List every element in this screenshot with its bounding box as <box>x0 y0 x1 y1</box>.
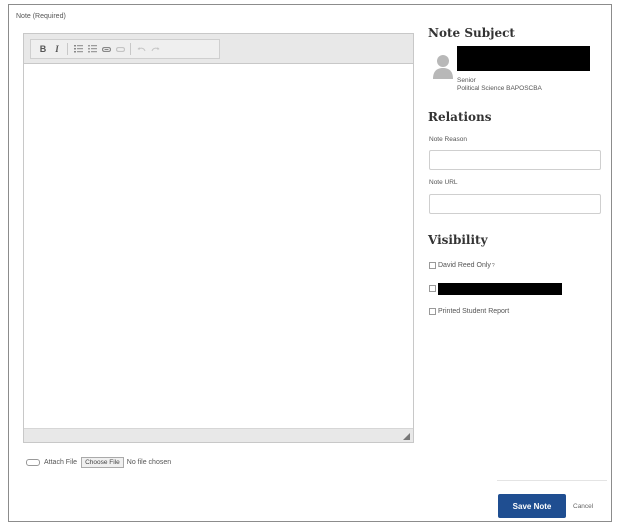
redacted-student-name <box>457 46 590 71</box>
file-status: No file chosen <box>126 459 172 466</box>
paperclip-icon <box>26 459 40 466</box>
note-url-input[interactable] <box>429 194 601 214</box>
redacted-option-checkbox[interactable] <box>429 285 436 292</box>
unlink-icon <box>115 46 125 52</box>
link-button[interactable] <box>99 42 113 56</box>
toolbar-divider <box>67 43 68 55</box>
bulleted-list-button[interactable] <box>85 42 99 56</box>
choose-file-button[interactable]: Choose File <box>81 457 124 468</box>
note-subject-heading: Note Subject <box>428 26 515 40</box>
actions-divider <box>497 480 607 481</box>
printed-report-label: Printed Student Report <box>438 308 510 315</box>
editor-status-bar <box>24 428 413 442</box>
note-reason-input[interactable] <box>429 150 601 170</box>
class-level: Senior <box>457 77 476 84</box>
undo-button[interactable] <box>134 42 148 56</box>
attach-file-label: Attach File <box>44 459 78 466</box>
toolbar-divider <box>130 43 131 55</box>
redo-button[interactable] <box>148 42 162 56</box>
toolbar-group: B I <box>30 39 220 59</box>
note-editor: B I <box>23 33 414 443</box>
note-url-label: Note URL <box>429 179 458 186</box>
bulleted-list-icon <box>87 45 97 53</box>
advisor-only-checkbox[interactable] <box>429 262 436 269</box>
numbered-list-icon <box>73 45 83 53</box>
undo-icon <box>137 47 145 52</box>
visibility-heading: Visibility <box>428 233 488 247</box>
note-label: Note (Required) <box>16 13 66 20</box>
note-text-area[interactable] <box>24 64 413 428</box>
italic-button[interactable]: I <box>50 42 64 56</box>
numbered-list-button[interactable] <box>71 42 85 56</box>
resize-handle-icon[interactable] <box>403 433 410 440</box>
attach-file-row: Attach File Choose File No file chosen <box>26 457 171 468</box>
note-reason-label: Note Reason <box>429 136 467 143</box>
visibility-option-advisor-only: David Reed Only ? <box>429 262 495 269</box>
advisor-only-label: David Reed Only <box>438 262 491 269</box>
redo-icon <box>151 47 159 52</box>
bold-button[interactable]: B <box>36 42 50 56</box>
relations-heading: Relations <box>428 110 492 124</box>
redacted-visibility-label <box>438 283 562 295</box>
student-major: Political Science BAPOSCBA <box>457 85 542 92</box>
save-note-button[interactable]: Save Note <box>498 494 566 518</box>
avatar-icon <box>433 55 453 79</box>
cancel-link[interactable]: Cancel <box>573 503 593 510</box>
visibility-option-redacted <box>429 285 438 292</box>
printed-report-checkbox[interactable] <box>429 308 436 315</box>
visibility-option-printed-report: Printed Student Report <box>429 308 509 315</box>
link-icon <box>101 46 111 52</box>
help-icon[interactable]: ? <box>492 263 495 269</box>
unlink-button[interactable] <box>113 42 127 56</box>
editor-toolbar: B I <box>24 34 413 64</box>
student-info: Senior Political Science BAPOSCBA <box>457 77 542 93</box>
